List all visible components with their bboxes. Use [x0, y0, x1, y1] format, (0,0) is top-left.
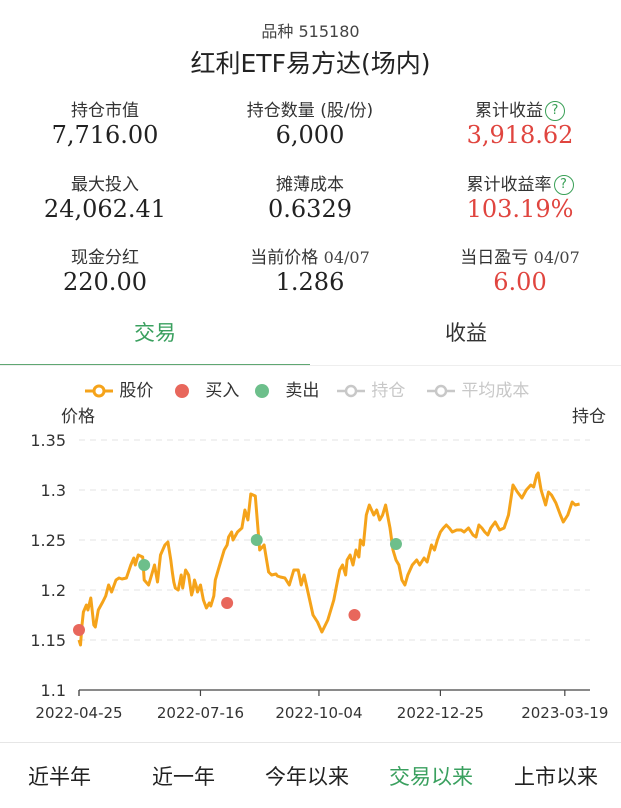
- stat-label: 持仓市值: [71, 101, 139, 121]
- x-tick-label: 2022-07-16: [157, 704, 244, 722]
- legend-label: 股价: [119, 381, 154, 401]
- stat-label: 当日盈亏: [460, 248, 529, 268]
- stat-max-invest: 最大投入 24,062.41: [30, 170, 180, 223]
- y-tick-label: 1.3: [41, 481, 66, 500]
- stat-quantity: 持仓数量 (股/份) 6,000: [215, 96, 405, 149]
- stat-market-value: 持仓市值 7,716.00: [30, 96, 180, 149]
- stat-value: 0.6329: [268, 195, 352, 223]
- stat-cum-return: 累计收益? 3,918.62: [440, 96, 600, 149]
- stat-value: 103.19%: [466, 195, 574, 223]
- legend-price[interactable]: 股价: [84, 376, 153, 401]
- period-since-trade[interactable]: 交易以来: [389, 761, 473, 791]
- chart-legend: 股价 买入 卖出 持仓 平均成本: [0, 376, 621, 402]
- y-tick-label: 1.1: [41, 681, 66, 700]
- tab-return[interactable]: 收益: [311, 312, 621, 364]
- stat-value: 7,716.00: [51, 121, 159, 149]
- buy-point: [73, 624, 85, 636]
- period-half-year[interactable]: 近半年: [28, 761, 91, 791]
- legend-holding[interactable]: 持仓: [336, 376, 405, 401]
- line-marker-icon: [337, 384, 365, 398]
- sell-point: [250, 534, 263, 546]
- y-tick-label: 1.15: [30, 631, 66, 650]
- tab-trade[interactable]: 交易: [0, 312, 310, 364]
- stat-value: 1.286: [275, 268, 345, 296]
- stat-value: 220.00: [63, 268, 147, 296]
- line-marker-icon: [427, 384, 455, 398]
- y-tick-label: 1.2: [41, 581, 66, 600]
- legend-label: 平均成本: [461, 381, 530, 401]
- x-tick-label: 2022-04-25: [35, 704, 122, 722]
- period-one-year[interactable]: 近一年: [152, 761, 215, 791]
- legend-avg-cost[interactable]: 平均成本: [426, 376, 529, 401]
- stat-label: 摊薄成本: [276, 175, 344, 195]
- fund-code: 品种 515180: [261, 22, 360, 41]
- stat-label: 累计收益率: [466, 175, 552, 195]
- y-tick-label: 1.35: [30, 431, 66, 450]
- x-tick-label: 2022-10-04: [275, 704, 362, 722]
- legend-label: 卖出: [285, 381, 320, 401]
- stat-label: 持仓数量 (股/份): [246, 101, 374, 121]
- dot-icon: [255, 384, 269, 398]
- stat-value: 24,062.41: [43, 195, 167, 223]
- tab-divider: [0, 365, 621, 366]
- help-icon[interactable]: ?: [553, 175, 574, 195]
- stat-value: 6.00: [493, 268, 547, 296]
- buy-point: [221, 597, 234, 609]
- stat-label: 现金分红: [71, 248, 139, 268]
- price-chart[interactable]: 价格 持仓 1.1 1.15 1.2 1.25 1.3 1.35 2022-04-25 20…: [0, 400, 621, 730]
- x-tick-label: 2023-03-19: [521, 704, 608, 722]
- y-axis-label: 价格: [61, 407, 95, 427]
- period-selector: 近半年 近一年 今年以来 交易以来 上市以来: [0, 742, 621, 808]
- sell-point: [138, 559, 151, 571]
- stat-current-price: 当前价格 04/07 1.286: [215, 243, 405, 296]
- legend-label: 持仓: [371, 381, 406, 401]
- fund-name: 红利ETF易方达(场内): [190, 49, 431, 78]
- legend-buy[interactable]: 买入: [174, 376, 239, 401]
- legend-sell[interactable]: 卖出: [254, 376, 319, 401]
- stat-cum-return-rate: 累计收益率? 103.19%: [430, 170, 610, 223]
- buy-point: [348, 609, 361, 621]
- stat-label: 最大投入: [71, 175, 139, 195]
- stat-label: 当前价格: [250, 248, 319, 268]
- period-ytd[interactable]: 今年以来: [265, 761, 349, 791]
- stat-date: 04/07: [323, 248, 370, 267]
- stat-label: 累计收益: [475, 101, 543, 121]
- x-tick-label: 2022-12-25: [397, 704, 484, 722]
- stat-cash-dividend: 现金分红 220.00: [30, 243, 180, 296]
- view-tabs: 交易 收益: [0, 312, 621, 366]
- period-since-listing[interactable]: 上市以来: [514, 761, 598, 791]
- stat-diluted-cost: 摊薄成本 0.6329: [215, 170, 405, 223]
- stat-value: 3,918.62: [466, 121, 574, 149]
- dot-icon: [175, 384, 189, 398]
- stat-value: 6,000: [275, 121, 345, 149]
- stat-daily-pnl: 当日盈亏 04/07 6.00: [440, 243, 600, 296]
- sell-point: [389, 538, 402, 550]
- stat-date: 04/07: [533, 248, 580, 267]
- legend-label: 买入: [205, 381, 240, 401]
- help-icon[interactable]: ?: [545, 101, 565, 121]
- price-line: [77, 471, 580, 647]
- y-tick-label: 1.25: [30, 531, 66, 550]
- line-marker-icon: [85, 384, 113, 398]
- y2-axis-label: 持仓: [572, 407, 606, 427]
